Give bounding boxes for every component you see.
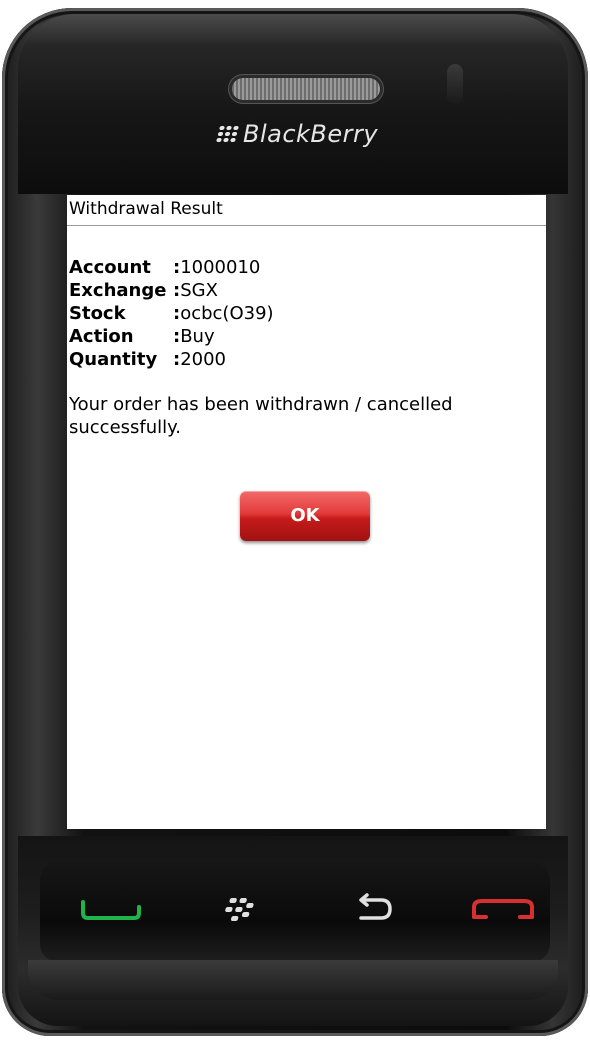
earpiece-speaker (232, 78, 380, 100)
detail-label: Quantity (69, 349, 158, 370)
back-key[interactable] (340, 888, 410, 932)
detail-row-exchange: Exchange : SGX (69, 280, 218, 301)
call-key-icon (81, 900, 141, 920)
detail-label: Exchange (69, 280, 167, 301)
menu-key-icon (225, 898, 254, 921)
detail-value: 1000010 (180, 257, 261, 278)
detail-value: ocbc(O39) (180, 303, 274, 324)
device-screenshot: BlackBerry Withdrawal Result Account : 1… (0, 0, 590, 1040)
detail-value: SGX (180, 280, 218, 301)
screen-title: Withdrawal Result (67, 195, 546, 226)
detail-label: Stock (69, 303, 126, 324)
phone-lower-chrome (28, 960, 558, 1000)
blackberry-logo-icon (216, 126, 239, 142)
app-screen: Withdrawal Result Account : 1000010 Exch… (67, 195, 546, 829)
end-call-key[interactable] (468, 888, 538, 932)
ok-button[interactable]: OK (240, 491, 370, 541)
brand-name: BlackBerry (243, 120, 379, 148)
detail-row-quantity: Quantity : 2000 (69, 349, 227, 370)
light-sensor (447, 64, 463, 104)
detail-row-stock: Stock : ocbc(O39) (69, 303, 274, 324)
back-key-icon (359, 893, 392, 920)
order-details: Account : 1000010 Exchange : SGX Stock :… (67, 256, 546, 371)
detail-label: Action (69, 326, 134, 347)
phone-top-bezel (18, 14, 568, 194)
detail-label: Account (69, 257, 151, 278)
detail-value: 2000 (180, 349, 227, 370)
result-message: Your order has been withdrawn / cancelle… (69, 394, 453, 438)
brand-logo: BlackBerry (216, 116, 379, 152)
menu-key[interactable] (206, 888, 276, 932)
detail-value: Buy (180, 326, 215, 347)
call-key[interactable] (76, 888, 146, 932)
detail-row-account: Account : 1000010 (69, 257, 261, 278)
detail-row-action: Action : Buy (69, 326, 215, 347)
end-call-key-icon (472, 899, 534, 919)
